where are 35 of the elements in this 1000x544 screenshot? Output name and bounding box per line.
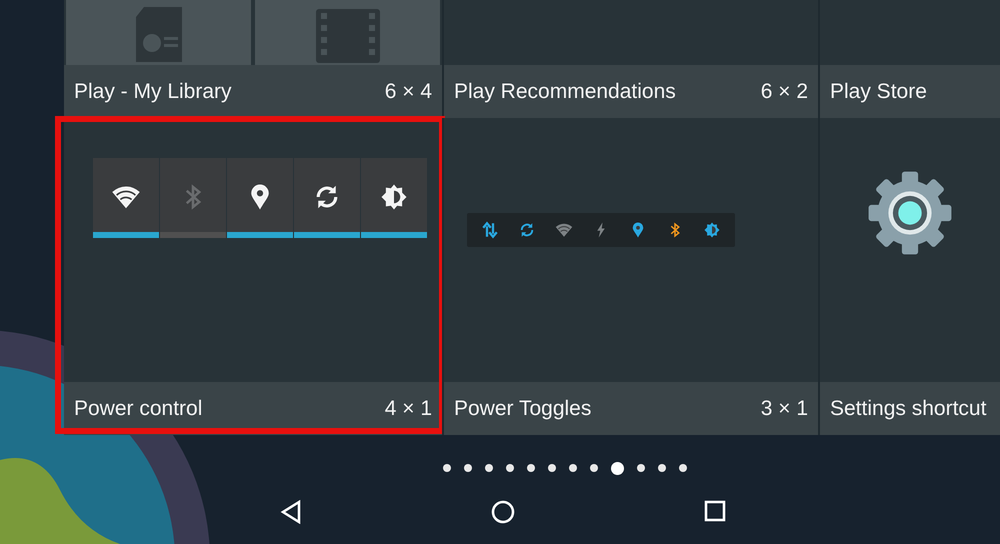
sync-icon bbox=[518, 221, 536, 239]
widget-name: Play Recommendations bbox=[454, 80, 676, 104]
page-dot[interactable] bbox=[548, 464, 556, 472]
widget-size: 3 × 1 bbox=[760, 396, 808, 420]
page-dot[interactable] bbox=[527, 464, 535, 472]
toggle-button[interactable] bbox=[92, 158, 158, 238]
page-dot[interactable] bbox=[485, 464, 493, 472]
toggle-button[interactable] bbox=[360, 158, 426, 238]
widget-name: Play Store bbox=[830, 80, 927, 104]
toggle-button[interactable] bbox=[226, 158, 292, 238]
widget-preview[interactable] bbox=[820, 118, 1000, 382]
page-dot[interactable] bbox=[658, 464, 666, 472]
page-dot[interactable] bbox=[611, 462, 624, 474]
widget-name: Play - My Library bbox=[74, 80, 232, 104]
widget-name: Power control bbox=[74, 396, 202, 420]
widget-name: Power Toggles bbox=[454, 396, 592, 420]
widget-size: 4 × 1 bbox=[384, 396, 432, 420]
data-arrows-icon bbox=[481, 221, 499, 239]
toggle-button[interactable] bbox=[294, 158, 360, 238]
wifi-icon bbox=[555, 221, 573, 239]
back-icon bbox=[280, 500, 302, 524]
page-dot[interactable] bbox=[569, 464, 577, 472]
recents-icon bbox=[704, 500, 726, 522]
widget-size: 6 × 2 bbox=[760, 80, 808, 104]
page-dot[interactable] bbox=[679, 464, 687, 472]
page-dot[interactable] bbox=[464, 464, 472, 472]
page-dot[interactable] bbox=[506, 464, 514, 472]
widget-size: 6 × 4 bbox=[384, 80, 432, 104]
page-dot[interactable] bbox=[637, 464, 645, 472]
toggle-button[interactable] bbox=[160, 158, 226, 238]
brightness-icon bbox=[703, 221, 721, 239]
page-dot[interactable] bbox=[443, 464, 451, 472]
page-dot[interactable] bbox=[590, 464, 598, 472]
widget-name: Settings shortcut bbox=[830, 396, 986, 420]
home-icon bbox=[491, 500, 515, 524]
